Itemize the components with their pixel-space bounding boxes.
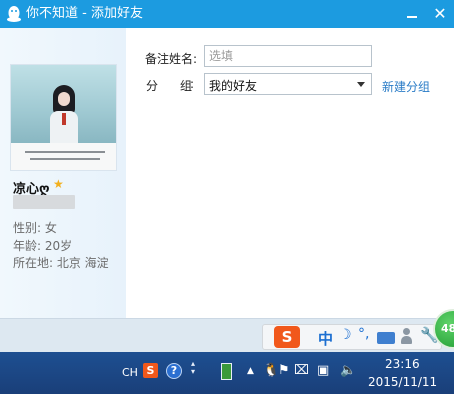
dialog-body: 凉心ღ ★ 性别: 女 年龄: 20岁 所在地: 北京 海淀 备注姓名: 分 组… <box>0 28 454 318</box>
volume-icon[interactable]: 🔈 <box>340 363 356 379</box>
age-info: 年龄: 20岁 <box>13 239 73 253</box>
avatar-figure-face <box>58 92 70 106</box>
avatar-caption <box>11 143 116 170</box>
battery-icon[interactable] <box>221 363 232 380</box>
ime-chinese-mode-button[interactable]: 中 <box>318 328 333 349</box>
qq-number-redacted <box>13 195 75 209</box>
dropdown-arrow-icon[interactable] <box>357 82 365 87</box>
location-info: 所在地: 北京 海淀 <box>13 256 109 270</box>
user-icon-head <box>403 328 410 335</box>
group-label-colon: : <box>190 77 195 91</box>
language-indicator[interactable]: CH <box>122 366 138 379</box>
remark-label: 备注姓名: <box>145 52 198 66</box>
caption-line <box>30 158 100 160</box>
ime-options-icon[interactable]: ▴ ▾ <box>191 360 195 376</box>
sogou-logo-icon[interactable]: S <box>274 326 300 348</box>
remark-input[interactable] <box>204 45 372 67</box>
help-icon[interactable]: ? <box>166 363 182 379</box>
show-hidden-icons-button[interactable]: ▲ <box>247 366 254 376</box>
avatar-figure-tie <box>62 113 66 125</box>
gender-info: 性别: 女 <box>13 221 57 235</box>
avatar <box>10 64 117 171</box>
punctuation-icon[interactable]: °, <box>358 326 369 342</box>
clock-date[interactable]: 2015/11/11 <box>368 375 437 389</box>
group-select[interactable]: 我的好友 <box>204 73 372 95</box>
new-group-link[interactable]: 新建分组 <box>382 78 430 95</box>
clock-time[interactable]: 23:16 <box>385 357 420 371</box>
minimize-icon <box>407 16 417 18</box>
network-icon[interactable]: ⌧ <box>294 363 309 379</box>
window-title: 你不知道 - 添加好友 <box>26 6 143 21</box>
group-label-a: 分 <box>146 79 159 93</box>
qq-penguin-icon <box>7 6 21 22</box>
group-select-value: 我的好友 <box>209 79 258 93</box>
minimize-button[interactable] <box>400 4 424 24</box>
user-icon[interactable] <box>401 328 412 344</box>
moon-icon[interactable]: ☽ <box>339 327 352 343</box>
display-icon[interactable]: ▣ <box>317 363 329 379</box>
caption-line <box>25 151 105 153</box>
profile-panel: 凉心ღ ★ 性别: 女 年龄: 20岁 所在地: 北京 海淀 <box>0 28 126 318</box>
action-center-flag-icon[interactable]: ⚑ <box>278 363 290 379</box>
star-icon: ★ <box>53 177 64 191</box>
keyboard-icon[interactable] <box>377 332 395 344</box>
sogou-tray-icon[interactable]: S <box>143 363 158 378</box>
title-bar: 你不知道 - 添加好友 ✕ <box>0 0 454 28</box>
close-button[interactable]: ✕ <box>428 4 452 24</box>
qq-tray-icon[interactable]: 🐧 <box>263 363 279 379</box>
user-icon-body <box>401 336 412 344</box>
